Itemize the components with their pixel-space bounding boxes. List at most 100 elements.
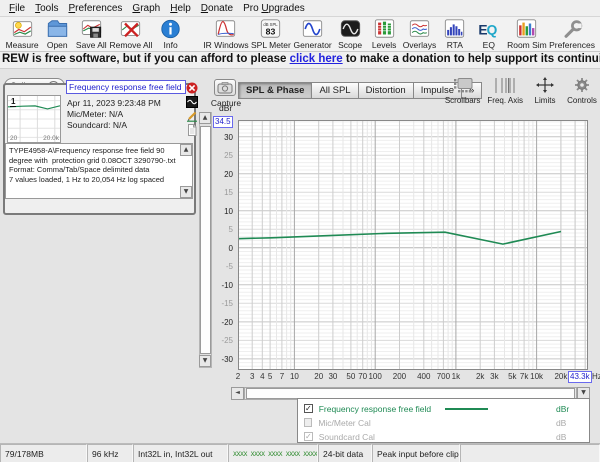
trace-button[interactable] xyxy=(186,95,198,107)
tab-all-spl[interactable]: All SPL xyxy=(312,82,358,99)
eq-button[interactable]: EQEQ xyxy=(472,18,506,50)
save-all-icon xyxy=(80,18,103,40)
controls-button[interactable]: Controls xyxy=(567,77,597,105)
y-tick-label: -25 xyxy=(211,336,233,345)
pencil-button[interactable] xyxy=(186,109,198,121)
toolbar-button-label: Open xyxy=(47,40,68,50)
graph-tools: ScrollbarsFreq. AxisLimitsControls xyxy=(445,77,597,105)
notes-scroll-up-icon[interactable]: ▲ xyxy=(180,144,192,156)
legend-label: Soundcard Cal xyxy=(319,432,445,442)
main-area: Collapse « Frequency response free field… xyxy=(0,69,600,443)
menu-item-file[interactable]: File xyxy=(4,2,30,15)
info-icon xyxy=(159,18,182,40)
measurement-title-input[interactable]: Frequency response free field xyxy=(66,80,186,94)
x-tick-label: 200 xyxy=(393,372,406,381)
menu-bar: FileToolsPreferencesGraphHelpDonatePro U… xyxy=(0,0,600,17)
generator-button[interactable]: Generator xyxy=(292,18,333,50)
top-limit-input[interactable]: 34.5 xyxy=(213,116,233,128)
ir-windows-button[interactable]: IR Windows xyxy=(202,18,249,50)
y-tick-label: 10 xyxy=(211,207,233,216)
scrollbars-button[interactable]: Scrollbars xyxy=(445,77,481,105)
x-tick-label: 10k xyxy=(530,372,543,381)
measurement-number: 1 xyxy=(10,97,16,107)
x-tick-label: 400 xyxy=(417,372,430,381)
donation-link[interactable]: click here xyxy=(290,53,343,65)
measurement-notes[interactable]: TYPE4958-A\Frequency response free field… xyxy=(5,143,193,199)
measurement-date: Apr 11, 2023 9:23:48 PM xyxy=(67,98,161,109)
capture-button[interactable] xyxy=(214,79,236,96)
y-tick-label: -30 xyxy=(211,355,233,364)
y-tick-label: 15 xyxy=(211,188,233,197)
scope-icon xyxy=(339,18,362,40)
legend-checkbox[interactable]: ✓ xyxy=(304,404,313,413)
x-tick-label: 4 xyxy=(260,372,264,381)
toolbar-button-label: IR Windows xyxy=(203,40,248,50)
menu-item-help[interactable]: Help xyxy=(165,2,196,15)
save-all-button[interactable]: Save All xyxy=(74,18,108,50)
legend-unit: dBr xyxy=(556,404,583,414)
scope-button[interactable]: Scope xyxy=(333,18,367,50)
info-button[interactable]: Info xyxy=(154,18,188,50)
y-tick-label: 30 xyxy=(211,133,233,142)
open-button[interactable]: Open xyxy=(40,18,74,50)
rta-button[interactable]: RTA xyxy=(438,18,472,50)
measurement-mic: Mic/Meter: N/A xyxy=(67,109,161,120)
ir-windows-icon xyxy=(214,18,237,40)
eq-icon: EQ xyxy=(477,18,500,40)
y-tick-label: 0 xyxy=(211,244,233,253)
open-icon xyxy=(46,18,69,40)
menu-item-donate[interactable]: Donate xyxy=(196,2,238,15)
legend-row: Mic/Meter CaldB xyxy=(304,416,583,429)
panel-scroll-down-icon[interactable]: ▼ xyxy=(199,355,211,367)
legend-unit: dB xyxy=(556,432,583,442)
levels-icon xyxy=(373,18,396,40)
x-tick-label: 70 xyxy=(358,372,367,381)
spl-meter-button[interactable]: dB SPL83SPL Meter xyxy=(250,18,292,50)
x-tick-label: 5k xyxy=(508,372,516,381)
x-tick-label: 20k xyxy=(554,372,567,381)
preferences-button[interactable]: Preferences xyxy=(548,18,596,50)
legend-checkbox[interactable] xyxy=(304,418,312,427)
measurement-soundcard: Soundcard: N/A xyxy=(67,120,161,131)
input-level-bits: XXXX XXXX XXXX XXXX XXXX XXXX xyxy=(233,450,318,458)
menu-item-tools[interactable]: Tools xyxy=(30,2,63,15)
svg-text:83: 83 xyxy=(266,27,276,37)
legend-label: Mic/Meter Cal xyxy=(318,418,444,428)
legend-checkbox[interactable]: ✓ xyxy=(304,432,313,441)
x-tick-label: 1k xyxy=(452,372,460,381)
menu-item-graph[interactable]: Graph xyxy=(127,2,165,15)
measure-button[interactable]: Measure xyxy=(4,18,40,50)
x-tick-label: 2 xyxy=(236,372,240,381)
panel-scroll-up-icon[interactable]: ▲ xyxy=(199,112,211,124)
overlays-button[interactable]: Overlays xyxy=(401,18,438,50)
notes-page-icon xyxy=(186,124,198,136)
notes-scroll-down-icon[interactable]: ▼ xyxy=(180,186,192,198)
tab-distortion[interactable]: Distortion xyxy=(359,82,414,99)
y-axis-unit: dBr xyxy=(219,103,232,113)
tab-spl-phase[interactable]: SPL & Phase xyxy=(238,82,312,99)
overlays-icon xyxy=(408,18,431,40)
menu-item-preferences[interactable]: Preferences xyxy=(63,2,127,15)
x-tick-label: 7 xyxy=(280,372,284,381)
notes-scrollbar[interactable]: ▲ ▼ xyxy=(180,144,192,198)
delete-button[interactable] xyxy=(186,81,198,93)
page-button[interactable] xyxy=(186,123,198,135)
menu-item-pro-upgrades[interactable]: Pro Upgrades xyxy=(238,2,310,15)
limits-button[interactable]: Limits xyxy=(530,77,560,105)
remove-all-button[interactable]: Remove All xyxy=(108,18,153,50)
legend-swatch xyxy=(445,436,488,438)
limits-icon xyxy=(536,77,554,93)
spl-phase-chart[interactable] xyxy=(238,120,588,370)
y-tick-label: -20 xyxy=(211,318,233,327)
panel-scroll-thumb[interactable] xyxy=(200,126,211,354)
status-bar: 79/178MB96 kHzInt32L in, Int32L outXXXX … xyxy=(0,443,600,462)
room-sim-button[interactable]: Room Sim xyxy=(506,18,548,50)
x-tick-label: 50 xyxy=(346,372,355,381)
levels-button[interactable]: Levels xyxy=(367,18,401,50)
svg-text:Q: Q xyxy=(487,23,498,38)
right-limit-input[interactable]: 43.3k xyxy=(568,371,592,383)
x-tick-label: 3k xyxy=(490,372,498,381)
freq-axis-button[interactable]: Freq. Axis xyxy=(487,77,523,105)
measurement-thumbnail[interactable]: 1 20 20.0k xyxy=(7,95,61,143)
graph-scroll-left-icon[interactable]: ◄ xyxy=(231,387,244,400)
